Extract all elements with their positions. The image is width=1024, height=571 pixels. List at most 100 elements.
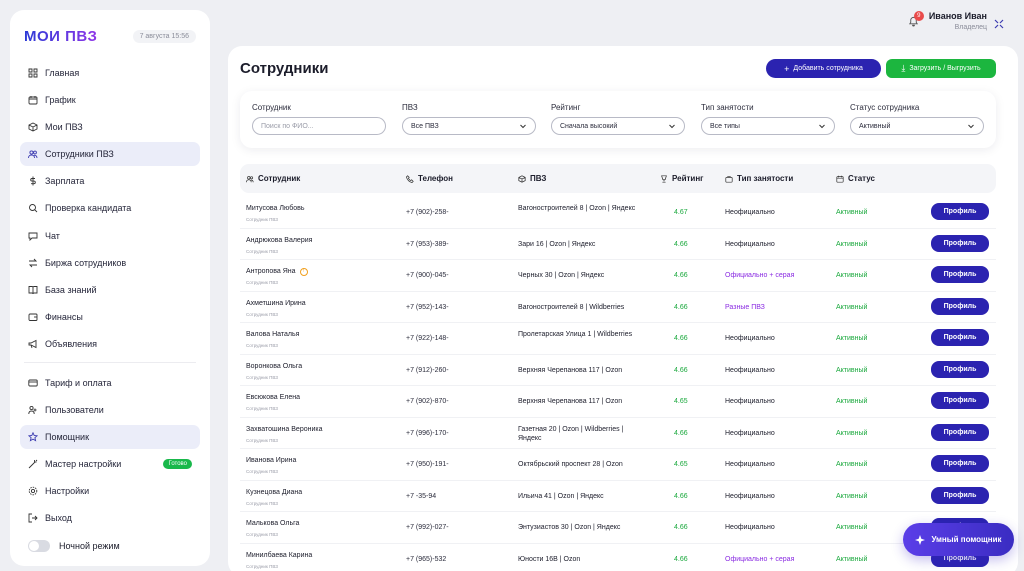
employee-cell[interactable]: Малькова Ольга Сотрудник ПВЗ xyxy=(246,519,299,539)
column-header[interactable]: Тип занятости xyxy=(725,174,793,183)
filter-select[interactable]: Все ПВЗ xyxy=(402,117,536,135)
profile-button[interactable]: Профиль xyxy=(931,297,989,315)
profile-button[interactable]: Профиль xyxy=(931,486,989,504)
profile-button[interactable]: Профиль xyxy=(931,329,989,346)
employee-name[interactable]: Ахметшина Ирина xyxy=(246,299,306,308)
profile-button[interactable]: Профиль xyxy=(931,360,989,378)
employee-cell[interactable]: Антропова Яна! Сотрудник ПВЗ xyxy=(246,267,308,287)
sidebar-item-label: Проверка кандидата xyxy=(45,203,132,214)
sidebar-item-label: Главная xyxy=(45,68,80,78)
employee-name[interactable]: Иванова Ирина xyxy=(246,456,296,465)
employee-cell[interactable]: Воронкова Ольга Сотрудник ПВЗ xyxy=(246,362,302,382)
column-header[interactable]: ПВЗ xyxy=(518,174,546,183)
sidebar-item-star[interactable]: Помощник xyxy=(20,425,200,450)
sidebar-item-user-group[interactable]: Пользователи xyxy=(20,398,200,422)
employee-name[interactable]: Андрюкова Валерия xyxy=(246,236,312,245)
sidebar-item-card[interactable]: Тариф и оплата xyxy=(20,371,200,395)
sidebar-item-chat[interactable]: Чат xyxy=(20,224,200,248)
sidebar-item-grid[interactable]: Главная xyxy=(20,61,200,85)
pvz-cell: Верхняя Черепанова 117 | Ozon xyxy=(518,366,623,374)
add-employee-button[interactable]: + Добавить сотрудника xyxy=(766,59,881,78)
sidebar-item-label: Помощник xyxy=(45,432,90,443)
sidebar-item-label: Мастер настройки xyxy=(45,459,122,470)
table-row: Евсюкова Елена Сотрудник ПВЗ +7 (902)-870-… xyxy=(240,386,996,418)
profile-button[interactable]: Профиль xyxy=(931,234,989,252)
status-cell: Активный xyxy=(836,272,868,279)
profile-button[interactable]: Профиль xyxy=(931,423,989,441)
warning-icon[interactable]: ! xyxy=(299,267,308,276)
pvz-cell: Зари 16 | Ozon | Яндекс xyxy=(518,240,596,248)
employee-name[interactable]: Валова Наталья xyxy=(246,330,299,339)
search-icon xyxy=(29,204,38,213)
profile-button[interactable]: Профиль xyxy=(931,455,989,472)
sidebar-item-calendar[interactable]: График xyxy=(20,88,200,112)
logo[interactable]: МОИ ПВЗ xyxy=(24,28,97,45)
briefcase-icon xyxy=(725,175,733,183)
expand-icon[interactable] xyxy=(994,19,1004,29)
sidebar-item-box[interactable]: Мои ПВЗ xyxy=(20,115,200,139)
employee-cell[interactable]: Евсюкова Елена Сотрудник ПВЗ xyxy=(246,393,300,413)
profile-button[interactable]: Профиль xyxy=(931,392,989,409)
filter-select[interactable]: Активный xyxy=(850,117,984,135)
notification-bell[interactable]: 9 xyxy=(908,11,924,27)
pvz-cell: Вагоностроителей 8 | Wildberries xyxy=(518,303,625,311)
profile-button[interactable]: Профиль xyxy=(931,266,989,283)
sidebar-item-megaphone[interactable]: Объявления xyxy=(20,332,200,356)
column-header-label: Сотрудник xyxy=(258,174,301,183)
page-title: Сотрудники xyxy=(240,60,329,77)
employment-type-cell: Неофициально xyxy=(725,240,775,248)
employee-cell[interactable]: Захватошина Вероника Сотрудник ПВЗ xyxy=(246,425,322,445)
employee-cell[interactable]: Митусова Любовь Сотрудник ПВЗ xyxy=(246,204,305,224)
filter-select[interactable]: Все типы xyxy=(701,117,835,135)
sidebar-item-label: Настройки xyxy=(45,486,90,497)
employee-name[interactable]: Кузнецова Диана xyxy=(246,488,302,497)
employee-name[interactable]: Захватошина Вероника xyxy=(246,425,322,434)
pvz-cell: Пролетарская Улица 1 | Wildberries xyxy=(518,331,633,338)
employee-cell[interactable]: Валова Наталья Сотрудник ПВЗ xyxy=(246,330,299,350)
search-input[interactable]: Поиск по ФИО... xyxy=(252,117,386,135)
user-role: Владелец xyxy=(954,24,987,31)
filter-select[interactable]: Сначала высокий xyxy=(551,117,685,135)
table-row: Захватошина Вероника Сотрудник ПВЗ +7 (996… xyxy=(240,418,996,449)
sidebar-item-icon xyxy=(28,122,38,132)
column-header[interactable]: Статус xyxy=(836,174,875,183)
employee-name[interactable]: Антропова Яна xyxy=(246,267,296,276)
column-header-label: ПВЗ xyxy=(530,174,547,183)
employee-name[interactable]: Евсюкова Елена xyxy=(246,393,300,402)
employee-name[interactable]: Малькова Ольга xyxy=(246,519,299,528)
night-mode-toggle[interactable] xyxy=(28,539,50,552)
smart-assistant-button[interactable]: Умный помощник xyxy=(903,523,1014,556)
employee-name[interactable]: Минилбаева Карина xyxy=(246,551,312,560)
sidebar-item-gear[interactable]: Настройки xyxy=(20,479,200,503)
date-chip: 7 августа 15:56 xyxy=(132,29,196,43)
sidebar-item-users[interactable]: Сотрудники ПВЗ xyxy=(20,142,200,167)
employee-cell[interactable]: Кузнецова Диана Сотрудник ПВЗ xyxy=(246,488,302,508)
sidebar-item-exchange[interactable]: Биржа сотрудников xyxy=(20,251,200,275)
pvz-cell: Газетная 20 | Ozon | Wildberries | Яндек… xyxy=(518,425,624,442)
user-panel[interactable]: 9 Иванов Иван Владелец xyxy=(908,11,1004,31)
sidebar-item-search[interactable]: Проверка кандидата xyxy=(20,196,200,220)
table-row: Кузнецова Диана Сотрудник ПВЗ +7 -35-94 Иль… xyxy=(240,481,996,512)
column-header[interactable]: Телефон xyxy=(406,174,453,183)
table-row: Иванова Ирина Сотрудник ПВЗ +7 (950)-191- О… xyxy=(240,449,996,481)
sidebar-item-wallet[interactable]: Финансы xyxy=(20,305,200,329)
rating-cell: 4.66 xyxy=(674,303,688,311)
sidebar-item-logout[interactable]: Выход xyxy=(20,506,200,530)
sidebar-item-wand[interactable]: Мастер настройки Готово xyxy=(20,452,200,476)
sidebar-item-book[interactable]: База знаний xyxy=(20,278,200,302)
night-mode-row[interactable]: Ночной режим xyxy=(20,534,200,558)
employee-name[interactable]: Митусова Любовь xyxy=(246,204,305,213)
profile-button[interactable]: Профиль xyxy=(931,203,989,220)
sidebar-item-icon xyxy=(28,231,38,241)
employee-cell[interactable]: Андрюкова Валерия Сотрудник ПВЗ xyxy=(246,236,312,256)
upload-download-label: Загрузить / Выгрузить xyxy=(909,65,981,72)
sidebar-item-dollar[interactable]: Зарплата xyxy=(20,169,200,193)
column-header[interactable]: Рейтинг xyxy=(660,174,704,183)
employee-name[interactable]: Воронкова Ольга xyxy=(246,362,302,371)
chevron-down-icon xyxy=(968,124,974,129)
column-header[interactable]: Сотрудник xyxy=(246,174,300,183)
employee-cell[interactable]: Минилбаева Карина Сотрудник ПВЗ xyxy=(246,551,312,571)
employee-cell[interactable]: Иванова Ирина Сотрудник ПВЗ xyxy=(246,456,296,476)
upload-download-button[interactable]: ⤓ Загрузить / Выгрузить xyxy=(886,59,996,78)
employee-cell[interactable]: Ахметшина Ирина Сотрудник ПВЗ xyxy=(246,299,306,319)
